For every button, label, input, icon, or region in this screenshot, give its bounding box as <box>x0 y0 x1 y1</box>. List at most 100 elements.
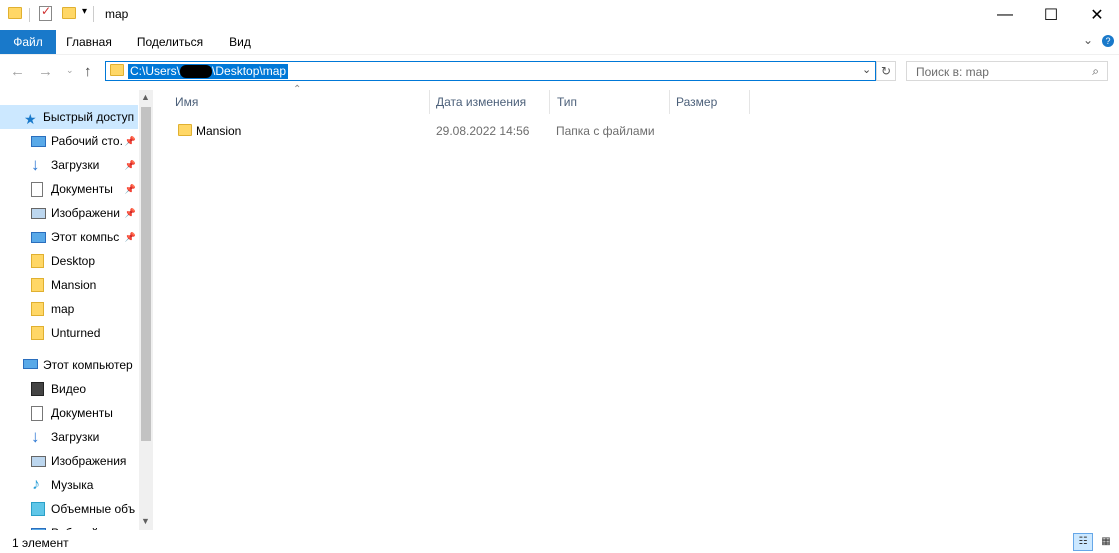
folder-icon <box>31 302 44 316</box>
desktop-icon <box>31 136 46 147</box>
sidebar-item-label: Видео <box>51 382 87 396</box>
item-count: 1 элемент <box>12 536 69 550</box>
scroll-down-icon[interactable]: ▼ <box>141 516 150 526</box>
sidebar-item-quick-5[interactable]: Desktop <box>0 249 138 273</box>
sidebar-item-label: Изображения <box>51 454 127 468</box>
sidebar-item-quick-1[interactable]: ↓ Загрузки 📌 <box>0 153 138 177</box>
sidebar-item-label: Рабочий сто. <box>51 134 123 148</box>
recent-locations-icon[interactable]: ⌄ <box>66 65 74 76</box>
sidebar-item-pc-2[interactable]: ↓ Загрузки <box>0 425 138 449</box>
folder-icon <box>8 7 22 19</box>
divider <box>93 6 94 22</box>
ribbon: Файл Главная Поделиться Вид ⌄ ? <box>0 30 1119 55</box>
3d-objects-icon <box>31 502 45 516</box>
up-button[interactable]: ↑ <box>84 63 92 80</box>
sidebar-item-quick-8[interactable]: Unturned <box>0 321 138 345</box>
scroll-up-icon[interactable]: ▲ <box>141 92 150 102</box>
pictures-icon <box>31 208 46 219</box>
pin-icon[interactable]: 📌 <box>125 201 136 225</box>
large-icons-view-button[interactable]: ▦ <box>1097 533 1115 551</box>
forward-button[interactable]: → <box>38 63 53 80</box>
column-separator[interactable] <box>669 90 670 114</box>
window-title: map <box>105 7 129 21</box>
sidebar-item-label: Документы <box>51 182 113 196</box>
sidebar-item-label: Этот компьс <box>51 230 120 244</box>
sidebar-item-pc-5[interactable]: Объемные объ <box>0 497 138 521</box>
sidebar-item-label: Mansion <box>51 278 97 292</box>
minimize-button[interactable]: — <box>982 0 1028 30</box>
sidebar-item-label: Загрузки <box>51 430 100 444</box>
sidebar-item-pc-4[interactable]: ♪ Музыка <box>0 473 138 497</box>
sidebar-item-quick-access[interactable]: ★ Быстрый доступ <box>0 105 138 129</box>
folder-icon <box>178 124 192 136</box>
folder-icon <box>31 254 44 268</box>
sidebar-item-label: Unturned <box>51 326 101 340</box>
sidebar-item-label: map <box>51 302 75 316</box>
pin-icon[interactable]: 📌 <box>125 153 136 177</box>
star-icon: ★ <box>24 111 37 127</box>
sidebar-item-quick-3[interactable]: Изображени 📌 <box>0 201 138 225</box>
sidebar-item-label: Загрузки <box>51 158 100 172</box>
file-type: Папка с файлами <box>556 124 655 138</box>
status-bar: 1 элемент ☷ ▦ <box>0 530 1119 553</box>
column-header-type[interactable]: Тип <box>557 94 577 114</box>
sidebar-item-this-pc[interactable]: Этот компьютер <box>0 353 138 377</box>
sidebar-item-pc-3[interactable]: Изображения <box>0 449 138 473</box>
tab-file[interactable]: Файл <box>0 30 56 54</box>
sidebar-item-pc-0[interactable]: Видео <box>0 377 138 401</box>
sidebar-item-label: Документы <box>51 406 113 420</box>
search-icon: ⌕ <box>1092 64 1099 78</box>
address-path[interactable]: C:\Users\ \Desktop\map <box>128 64 289 79</box>
scrollbar-thumb[interactable] <box>141 107 151 441</box>
download-icon: ↓ <box>31 427 40 446</box>
folder-icon <box>110 64 124 76</box>
sort-arrow-icon: ⌃ <box>293 84 302 95</box>
help-icon[interactable]: ? <box>1102 35 1114 47</box>
sidebar-item-quick-7[interactable]: map <box>0 297 138 321</box>
customize-toolbar-icon[interactable]: ▾ <box>82 6 87 17</box>
details-view-button[interactable]: ☷ <box>1073 533 1093 551</box>
pin-icon[interactable]: 📌 <box>125 177 136 201</box>
table-row[interactable]: Mansion 29.08.2022 14:56 Папка с файлами <box>170 119 670 141</box>
tab-home[interactable]: Главная <box>59 30 119 54</box>
maximize-button[interactable]: ☐ <box>1028 0 1074 30</box>
file-name: Mansion <box>196 124 242 138</box>
tab-share[interactable]: Поделиться <box>131 30 209 54</box>
music-icon: ♪ <box>32 476 40 493</box>
column-separator[interactable] <box>549 90 550 114</box>
documents-icon <box>31 182 43 197</box>
download-icon: ↓ <box>31 155 40 174</box>
pin-icon[interactable]: 📌 <box>125 225 136 249</box>
tab-view[interactable]: Вид <box>222 30 258 54</box>
column-header-name[interactable]: Имя <box>175 94 198 114</box>
sidebar-item-pc-1[interactable]: Документы <box>0 401 138 425</box>
file-date: 29.08.2022 14:56 <box>436 124 530 138</box>
new-folder-icon[interactable] <box>62 7 76 19</box>
pin-icon[interactable]: 📌 <box>125 129 136 153</box>
computer-icon <box>31 232 46 243</box>
refresh-button[interactable]: ↻ <box>876 61 896 81</box>
sidebar-item-label: Desktop <box>51 254 96 268</box>
redacted-mark <box>180 65 213 79</box>
video-icon <box>31 382 44 396</box>
sidebar-item-quick-4[interactable]: Этот компьс 📌 <box>0 225 138 249</box>
sidebar-item-label: Объемные объ <box>51 502 136 516</box>
search-input[interactable]: Поиск в: map ⌕ <box>906 61 1108 81</box>
expand-ribbon-icon[interactable]: ⌄ <box>1083 33 1093 47</box>
column-header-date[interactable]: Дата изменения <box>436 94 526 114</box>
address-dropdown-icon[interactable]: ⌄ <box>862 63 871 76</box>
title-bar: ✓ ▾ map — ☐ ✕ <box>0 0 1119 30</box>
properties-icon[interactable]: ✓ <box>39 4 52 21</box>
column-header-size[interactable]: Размер <box>676 94 717 114</box>
back-button[interactable]: ← <box>10 63 25 80</box>
documents-icon <box>31 406 43 421</box>
folder-icon <box>31 326 44 340</box>
close-button[interactable]: ✕ <box>1074 0 1119 30</box>
column-separator[interactable] <box>429 90 430 114</box>
sidebar-item-quick-2[interactable]: Документы 📌 <box>0 177 138 201</box>
sidebar-item-quick-0[interactable]: Рабочий сто. 📌 <box>0 129 138 153</box>
column-separator[interactable] <box>749 90 750 114</box>
sidebar-item-label: Музыка <box>51 478 94 492</box>
sidebar-item-label: Изображени <box>51 206 120 220</box>
sidebar-item-quick-6[interactable]: Mansion <box>0 273 138 297</box>
